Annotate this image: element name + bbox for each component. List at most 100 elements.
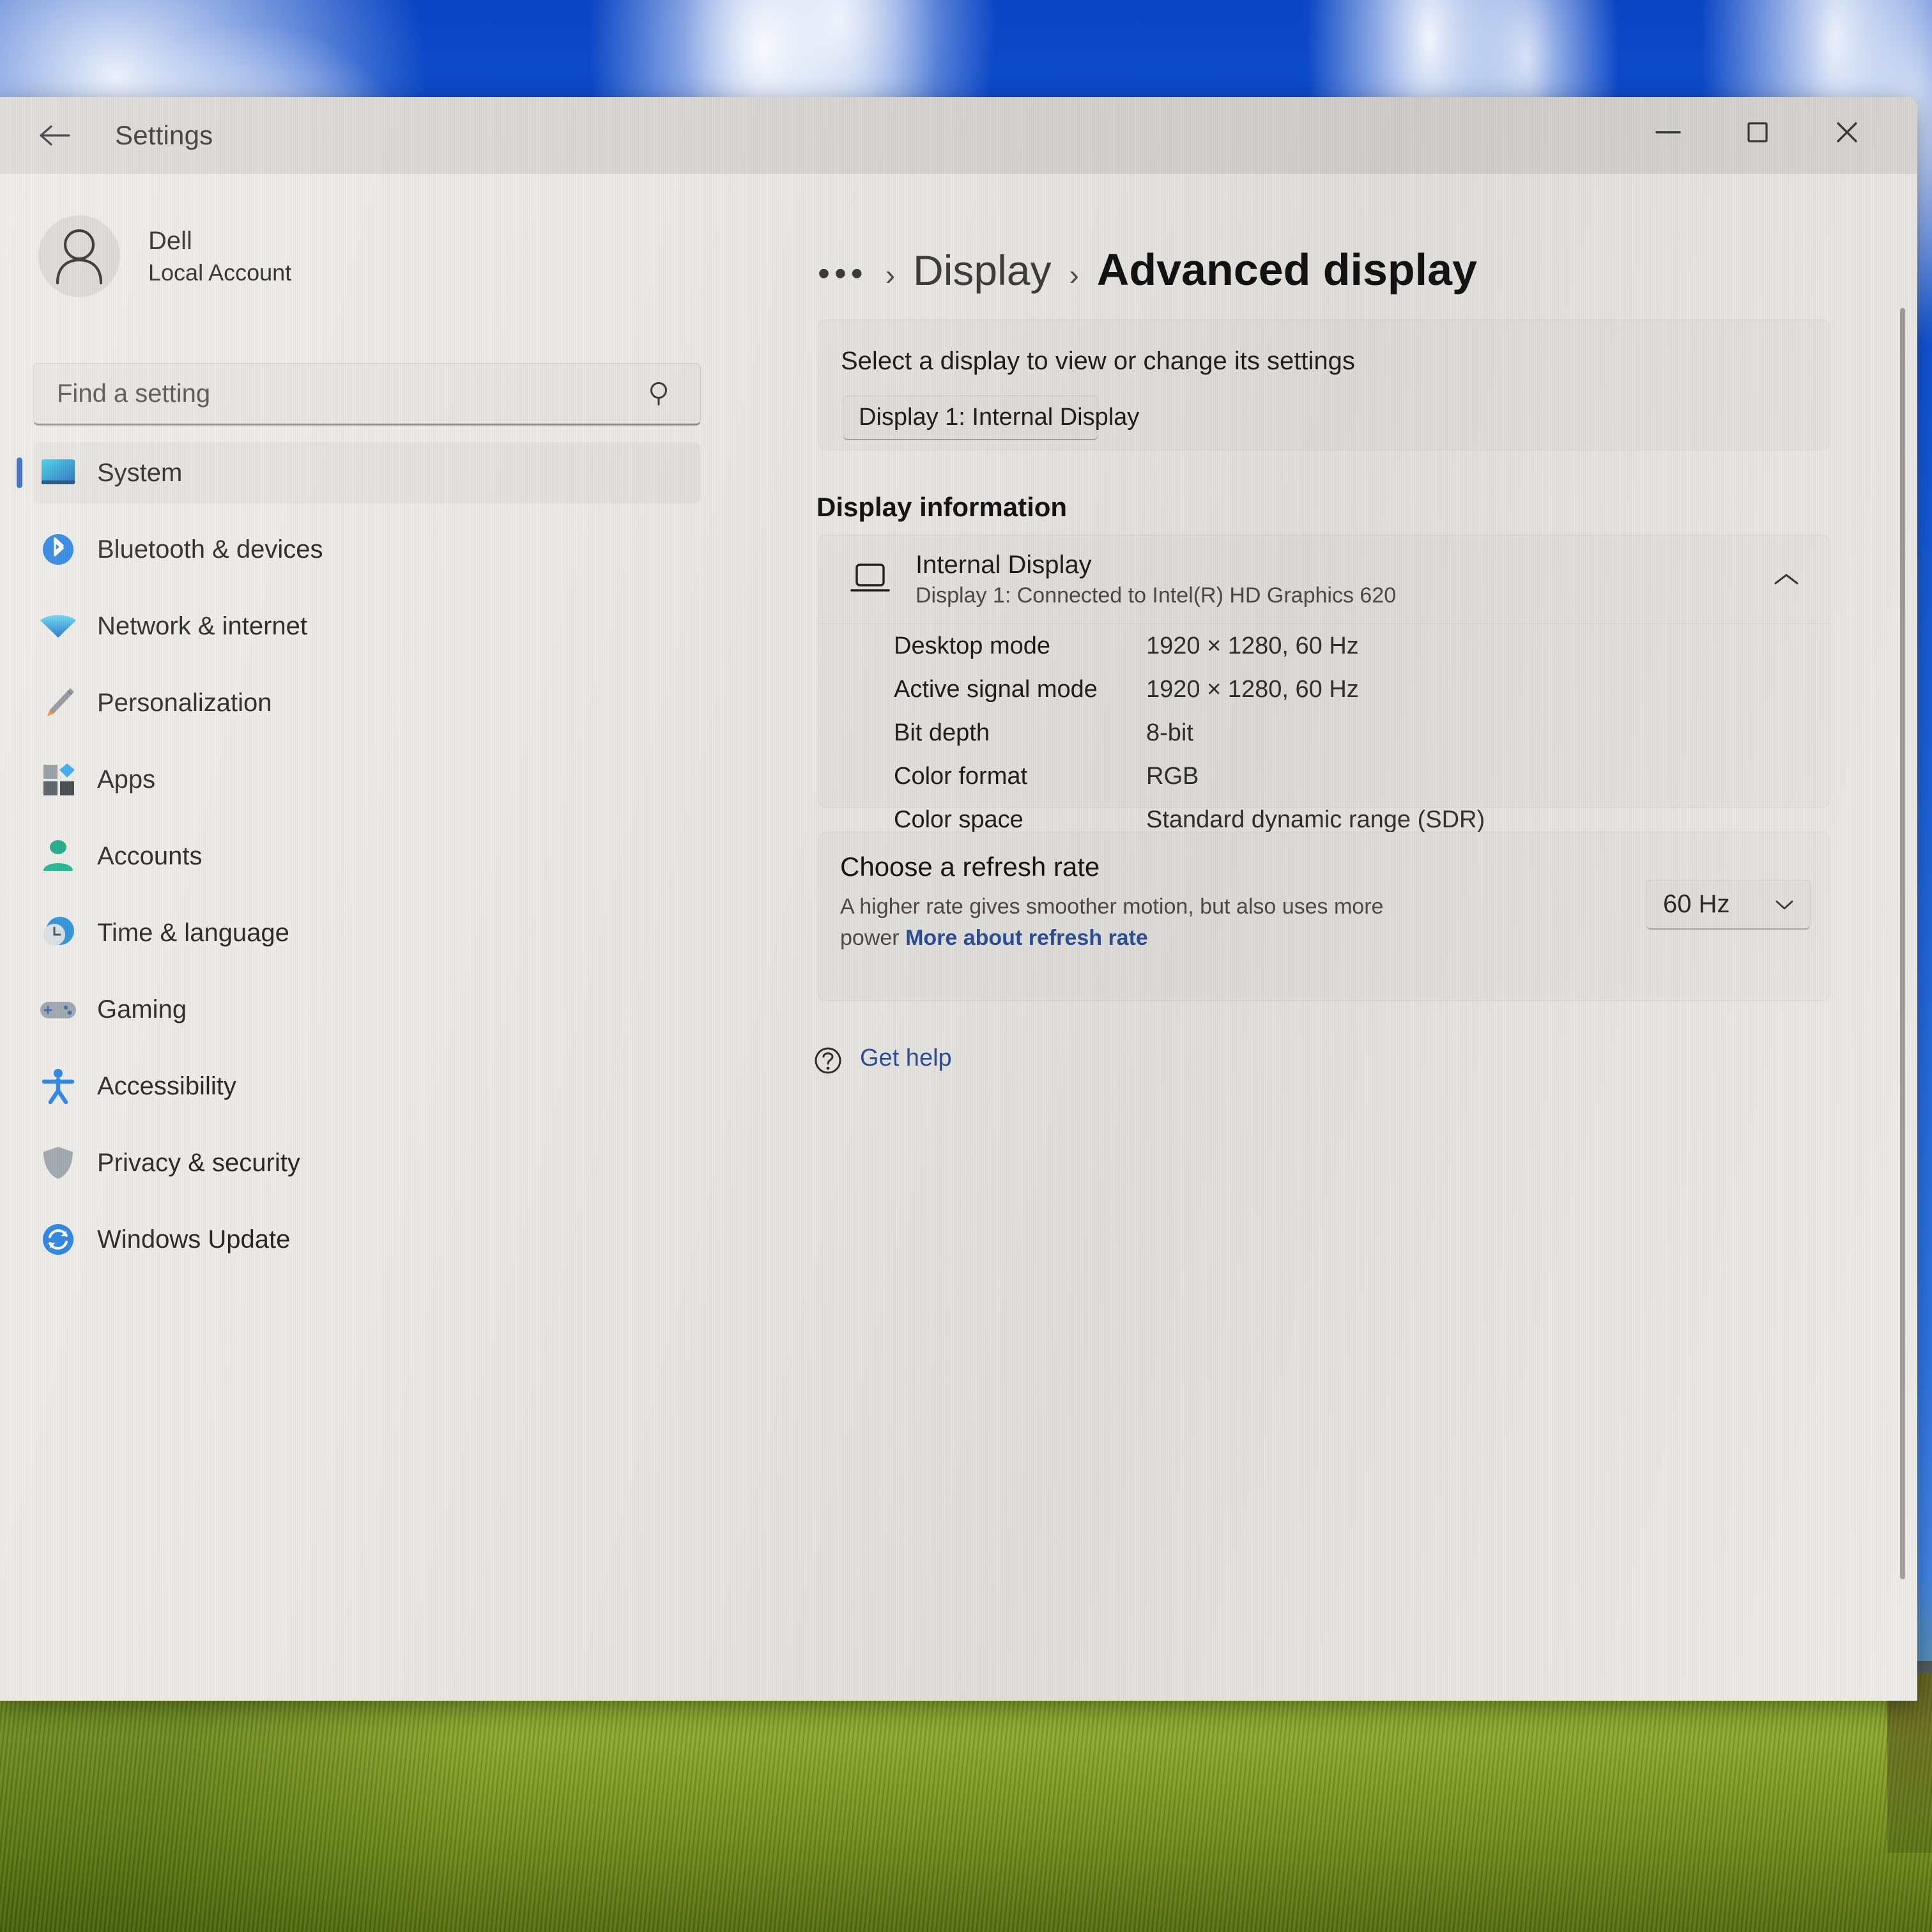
account-name: Dell [148, 225, 291, 257]
sidebar-item-label: Accessibility [97, 1072, 236, 1101]
display-information-header[interactable]: Internal Display Display 1: Connected to… [818, 535, 1831, 624]
more-about-refresh-rate-link[interactable]: More about refresh rate [905, 926, 1148, 950]
refresh-rate-card: Choose a refresh rate A higher rate give… [818, 832, 1830, 1001]
table-row: Active signal mode 1920 × 1280, 60 Hz [894, 676, 1485, 719]
wifi-icon [33, 612, 83, 640]
scrollbar-thumb[interactable] [1900, 308, 1905, 1579]
collapse-button[interactable] [1767, 565, 1805, 594]
sidebar-item-label: Network & internet [97, 612, 307, 641]
search-input[interactable]: Find a setting [33, 363, 701, 425]
minimize-button[interactable] [1630, 97, 1706, 167]
sidebar-item-bluetooth-devices[interactable]: Bluetooth & devices [33, 519, 701, 580]
sidebar: Dell Local Account Find a setting [0, 174, 735, 1701]
window-body: Dell Local Account Find a setting [0, 174, 1917, 1701]
shield-icon [33, 1145, 83, 1181]
device-name: Internal Display [916, 548, 1396, 581]
sidebar-item-personalization[interactable]: Personalization [33, 672, 701, 733]
minimize-icon [1654, 128, 1682, 137]
sidebar-item-label: System [97, 459, 182, 487]
search-icon [647, 379, 675, 408]
wallpaper-grass [0, 1673, 1932, 1932]
main-content: ••• › Display › Advanced display Select … [735, 174, 1917, 1701]
avatar [38, 215, 120, 297]
window-titlebar: Settings [0, 97, 1917, 174]
breadcrumb: ••• › Display › Advanced display [818, 244, 1477, 295]
display-information-heading: Display information [816, 492, 1067, 523]
account-type: Local Account [148, 258, 291, 288]
sidebar-item-label: Privacy & security [97, 1149, 300, 1177]
refresh-rate-title: Choose a refresh rate [840, 852, 1100, 882]
sidebar-item-label: Windows Update [97, 1225, 290, 1254]
maximize-icon [1744, 119, 1771, 146]
table-row: Bit depth 8-bit [894, 719, 1485, 763]
clock-globe-icon [33, 914, 83, 951]
back-button[interactable] [33, 118, 74, 153]
table-row: Color format RGB [894, 763, 1485, 806]
apps-icon [33, 761, 83, 798]
property-key: Desktop mode [894, 632, 1146, 660]
sidebar-item-label: Apps [97, 765, 155, 794]
property-value: Standard dynamic range (SDR) [1146, 806, 1485, 834]
sidebar-item-gaming[interactable]: Gaming [33, 979, 701, 1040]
chevron-down-icon [1774, 898, 1795, 911]
laptop-display-icon [832, 562, 908, 597]
table-row: Desktop mode 1920 × 1280, 60 Hz [894, 632, 1485, 676]
sidebar-item-time-language[interactable]: Time & language [33, 902, 701, 963]
property-value: 1920 × 1280, 60 Hz [1146, 676, 1359, 703]
search-placeholder: Find a setting [57, 379, 210, 408]
close-button[interactable] [1809, 97, 1885, 167]
page-title: Advanced display [1097, 244, 1477, 295]
breadcrumb-separator: › [1069, 257, 1078, 292]
sidebar-item-windows-update[interactable]: Windows Update [33, 1209, 701, 1270]
window-title: Settings [115, 120, 213, 151]
display-select-dropdown[interactable]: Display 1: Internal Display [843, 395, 1098, 440]
property-key: Active signal mode [894, 676, 1146, 703]
close-icon [1832, 118, 1862, 147]
refresh-rate-description: A higher rate gives smoother motion, but… [840, 891, 1402, 954]
selection-indicator [17, 457, 22, 488]
sidebar-item-system[interactable]: System [33, 442, 701, 503]
breadcrumb-overflow-button[interactable]: ••• [818, 254, 868, 293]
accessibility-icon [33, 1068, 83, 1105]
refresh-rate-dropdown[interactable]: 60 Hz [1646, 880, 1811, 930]
maximize-button[interactable] [1719, 97, 1796, 167]
sidebar-item-label: Time & language [97, 919, 289, 947]
sidebar-item-accessibility[interactable]: Accessibility [33, 1055, 701, 1117]
display-select-value: Display 1: Internal Display [859, 404, 1139, 431]
main-scrollbar[interactable] [1898, 308, 1907, 1688]
account-row[interactable]: Dell Local Account [38, 215, 291, 297]
display-properties-list: Desktop mode 1920 × 1280, 60 Hz Active s… [894, 632, 1485, 850]
display-information-card: Internal Display Display 1: Connected to… [818, 535, 1830, 808]
refresh-rate-value: 60 Hz [1663, 890, 1730, 919]
get-help-link[interactable]: Get help [811, 1041, 952, 1075]
select-display-label: Select a display to view or change its s… [841, 347, 1355, 376]
sidebar-item-label: Accounts [97, 842, 203, 871]
breadcrumb-separator: › [885, 257, 895, 292]
sidebar-item-privacy-security[interactable]: Privacy & security [33, 1132, 701, 1193]
property-value: 8-bit [1146, 719, 1193, 747]
sidebar-item-apps[interactable]: Apps [33, 749, 701, 810]
settings-window: Settings [0, 97, 1917, 1701]
bluetooth-icon [33, 531, 83, 568]
sidebar-item-accounts[interactable]: Accounts [33, 825, 701, 887]
windows-update-icon [33, 1222, 83, 1257]
sidebar-item-network-internet[interactable]: Network & internet [33, 595, 701, 657]
property-key: Color space [894, 806, 1146, 834]
account-text: Dell Local Account [148, 225, 291, 287]
property-value: 1920 × 1280, 60 Hz [1146, 632, 1359, 660]
sidebar-item-label: Gaming [97, 995, 187, 1024]
sidebar-item-label: Bluetooth & devices [97, 535, 323, 564]
accounts-icon [33, 838, 83, 875]
gamepad-icon [33, 997, 83, 1022]
property-value: RGB [1146, 763, 1199, 790]
property-key: Color format [894, 763, 1146, 790]
select-display-card: Select a display to view or change its s… [818, 319, 1830, 450]
monitor-icon [33, 457, 83, 488]
get-help-label: Get help [860, 1045, 952, 1072]
chevron-up-icon [1772, 571, 1800, 588]
help-question-icon [811, 1041, 845, 1075]
person-avatar-icon [52, 227, 106, 286]
desktop-wallpaper: Settings [0, 0, 1932, 1932]
back-arrow-icon [37, 123, 70, 148]
breadcrumb-display-link[interactable]: Display [913, 246, 1051, 295]
